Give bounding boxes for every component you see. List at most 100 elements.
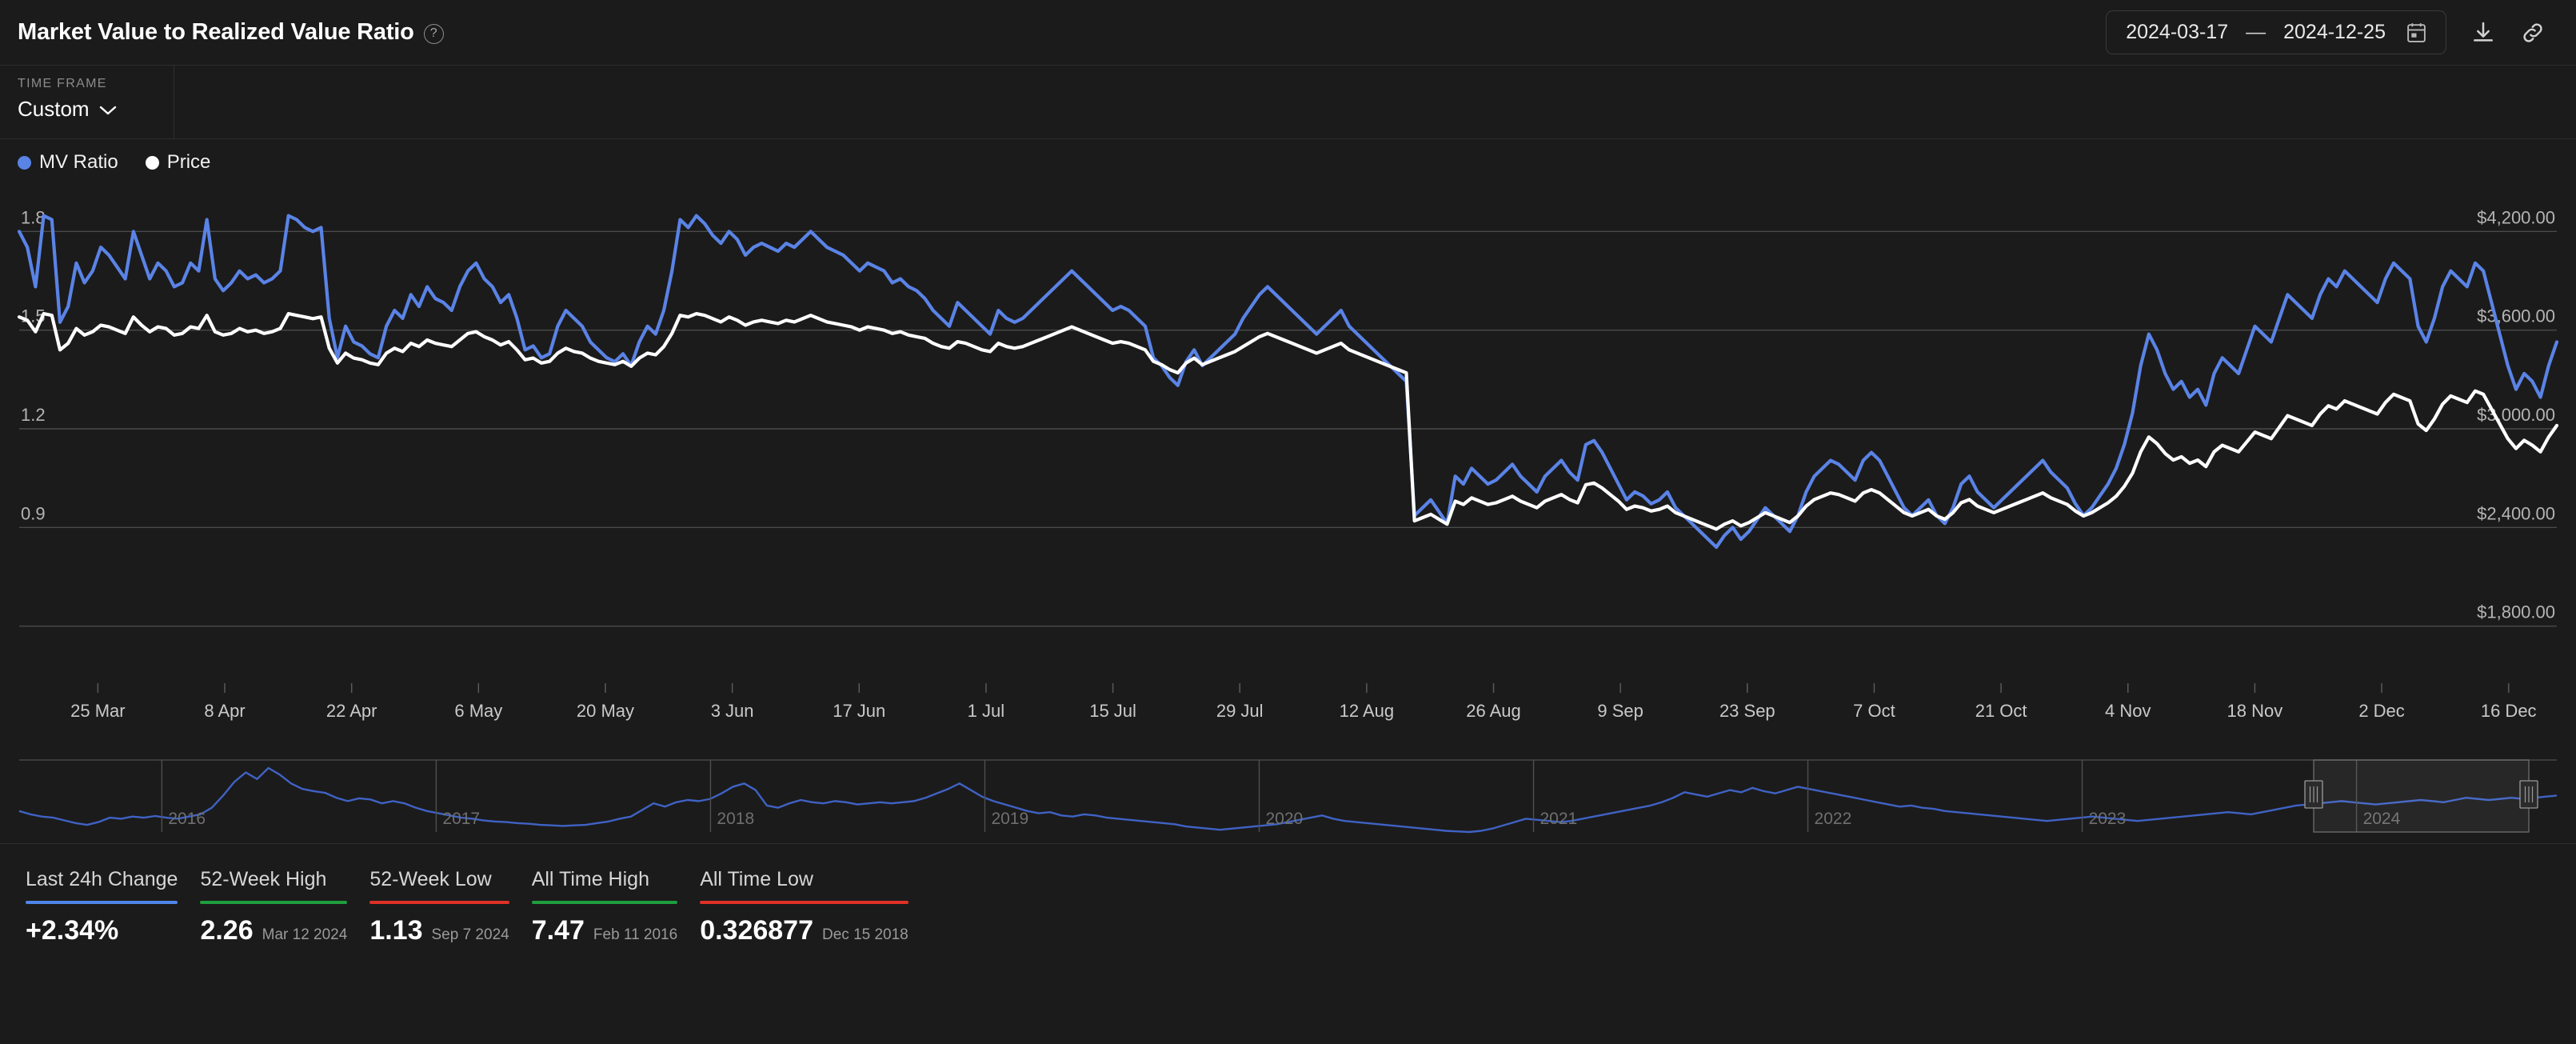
- page-title: Market Value to Realized Value Ratio: [18, 19, 414, 45]
- stat-label: All Time Low: [700, 868, 813, 890]
- x-axis-tick-label: 6 May: [454, 701, 502, 721]
- x-axis-tick-label: 12 Aug: [1340, 701, 1395, 721]
- header-actions: 2024-03-17 — 2024-12-25: [2106, 10, 2546, 54]
- timeframe-value: Custom: [18, 97, 90, 121]
- timeframe-bar: TIME FRAME Custom: [0, 66, 2576, 139]
- y-axis-left-labels: 1.81.51.20.9: [21, 207, 46, 523]
- chart-plot-area[interactable]: 1.8 1.5 1.2 0.9 $4,200.00 $3,600.00 $3,000.00…: [0, 186, 2576, 746]
- navigator-year-label: 2016: [168, 810, 206, 828]
- stat-value-row: 7.47 Feb 11 2016: [532, 915, 677, 946]
- timeframe-label: TIME FRAME: [18, 77, 107, 90]
- x-axis-tick-label: 20 May: [577, 701, 634, 721]
- x-axis-tick-label: 25 Mar: [70, 701, 125, 721]
- page-header: Market Value to Realized Value Ratio ? 2…: [0, 0, 2576, 66]
- chevron-down-icon[interactable]: [99, 97, 117, 122]
- range-navigator[interactable]: 2016 2017 2018 2019 2020 2021 2022 2023 2024: [0, 746, 2576, 835]
- stat-value: 7.47: [531, 915, 585, 946]
- x-axis-tick-label: 4 Nov: [2105, 701, 2151, 721]
- x-axis-tick-label: 1 Jul: [968, 701, 1004, 721]
- y-axis-right-tick: $2,400.00: [2477, 503, 2555, 523]
- navigator-year-label: 2020: [1265, 810, 1303, 828]
- stat-card: 52-Week High 2.26 Mar 12 2024: [200, 868, 369, 946]
- stat-card: All Time High 7.47 Feb 11 2016: [531, 868, 700, 946]
- x-axis-tick-label: 21 Oct: [1975, 701, 2027, 721]
- title-group: Market Value to Realized Value Ratio ?: [18, 19, 444, 46]
- legend-label-mv-ratio: MV Ratio: [39, 151, 118, 173]
- stat-label: Last 24h Change: [26, 868, 178, 890]
- question-mark-circle-icon[interactable]: ?: [423, 23, 444, 44]
- stat-label: All Time High: [531, 868, 649, 890]
- chart-gridlines: [19, 230, 2557, 627]
- navigator-selection-window[interactable]: [2313, 759, 2530, 833]
- stat-date: Sep 7 2024: [431, 926, 509, 943]
- stat-label: 52-Week Low: [369, 868, 492, 890]
- x-axis-tick-label: 18 Nov: [2227, 701, 2283, 721]
- stat-date: Dec 15 2018: [822, 926, 909, 943]
- x-axis-tick-label: 23 Sep: [1719, 701, 1775, 721]
- x-axis-tick-label: 9 Sep: [1597, 701, 1643, 721]
- chart-legend: MV Ratio Price: [0, 139, 2576, 186]
- legend-item-mv-ratio[interactable]: MV Ratio: [18, 151, 118, 174]
- chart-series-lines: [17, 214, 2559, 550]
- date-range-start: 2024-03-17: [2126, 21, 2229, 43]
- stat-value-row: 2.26 Mar 12 2024: [200, 915, 347, 946]
- date-range-picker[interactable]: 2024-03-17 — 2024-12-25: [2106, 10, 2446, 54]
- stat-value: +2.34%: [26, 915, 119, 946]
- stat-card: 52-Week Low 1.13 Sep 7 2024: [369, 868, 531, 946]
- navigator-year-label: 2019: [991, 810, 1028, 828]
- y-axis-right-labels: $4,200.00 $3,600.00 $3,000.00 $2,400.00 $1,8…: [2477, 207, 2555, 622]
- x-axis-tick-label: 8 Apr: [204, 701, 245, 721]
- stat-value: 0.326877: [700, 915, 813, 946]
- navigator-selection[interactable]: [2304, 759, 2538, 833]
- stat-card: All Time Low 0.326877 Dec 15 2018: [700, 868, 931, 946]
- x-axis-tick-label: 15 Jul: [1089, 701, 1136, 721]
- y-axis-right-tick: $3,600.00: [2477, 306, 2555, 326]
- legend-dot-price: [145, 155, 159, 170]
- timeframe-value-row[interactable]: Custom: [18, 97, 174, 122]
- y-axis-right-tick: $4,200.00: [2477, 207, 2555, 227]
- navigator-year-label: 2023: [2089, 810, 2127, 828]
- x-axis-ticks: [97, 683, 2510, 693]
- chart-canvas[interactable]: 1.81.51.20.9 $4,200.00$3,600.00$3,000.00…: [0, 186, 2576, 746]
- legend-item-price[interactable]: Price: [145, 151, 210, 174]
- x-axis-tick-label: 22 Apr: [326, 701, 377, 721]
- y-axis-right-tick: $3,000.00: [2477, 405, 2555, 425]
- stat-date: Feb 11 2016: [593, 926, 678, 943]
- navigator-year-label: 2022: [1815, 810, 1852, 828]
- x-axis-tick-label: 17 Jun: [833, 701, 885, 721]
- x-axis-tick-label: 2 Dec: [2358, 701, 2404, 721]
- y-axis-left-tick: 1.2: [21, 405, 46, 425]
- stat-accent-rule: [531, 901, 678, 904]
- download-icon[interactable]: [2470, 20, 2496, 46]
- stat-accent-rule: [200, 901, 348, 904]
- stat-card: Last 24h Change +2.34%: [26, 868, 200, 946]
- navigator-year-label: 2018: [717, 810, 754, 828]
- calendar-icon[interactable]: [2406, 22, 2426, 43]
- series-line-mv-ratio: [17, 214, 2559, 550]
- x-axis-tick-label: 29 Jul: [1216, 701, 1264, 721]
- stat-label: 52-Week High: [200, 868, 327, 890]
- navigator-year-label: 2021: [1540, 810, 1578, 828]
- legend-dot-mv-ratio: [18, 155, 31, 170]
- x-axis-tick-label: 26 Aug: [1466, 701, 1521, 721]
- series-line-price: [17, 312, 2559, 531]
- date-range-end: 2024-12-25: [2283, 21, 2386, 43]
- x-axis-labels: 25 Mar 8 Apr 22 Apr 6 May 20 May 3 Jun 17 Jun 1…: [70, 701, 2536, 721]
- timeframe-selector[interactable]: TIME FRAME Custom: [0, 66, 174, 138]
- stat-value: 2.26: [200, 915, 254, 946]
- link-icon[interactable]: [2520, 20, 2546, 46]
- stat-value-row: +2.34%: [26, 915, 178, 946]
- x-axis-tick-label: 7 Oct: [1853, 701, 1895, 721]
- navigator-canvas[interactable]: 2016 2017 2018 2019 2020 2021 2022 2023 2024: [0, 746, 2576, 835]
- stat-accent-rule: [700, 901, 909, 904]
- y-axis-left-tick: 0.9: [21, 503, 46, 523]
- y-axis-right-tick: $1,800.00: [2477, 602, 2555, 622]
- date-range-separator: —: [2246, 21, 2266, 43]
- stat-accent-rule: [369, 901, 509, 904]
- x-axis-tick-label: 3 Jun: [711, 701, 754, 721]
- stat-value: 1.13: [369, 915, 423, 946]
- stat-value-row: 0.326877 Dec 15 2018: [700, 915, 909, 946]
- stat-value-row: 1.13 Sep 7 2024: [369, 915, 509, 946]
- x-axis-tick-label: 16 Dec: [2481, 701, 2537, 721]
- stat-accent-rule: [26, 901, 178, 904]
